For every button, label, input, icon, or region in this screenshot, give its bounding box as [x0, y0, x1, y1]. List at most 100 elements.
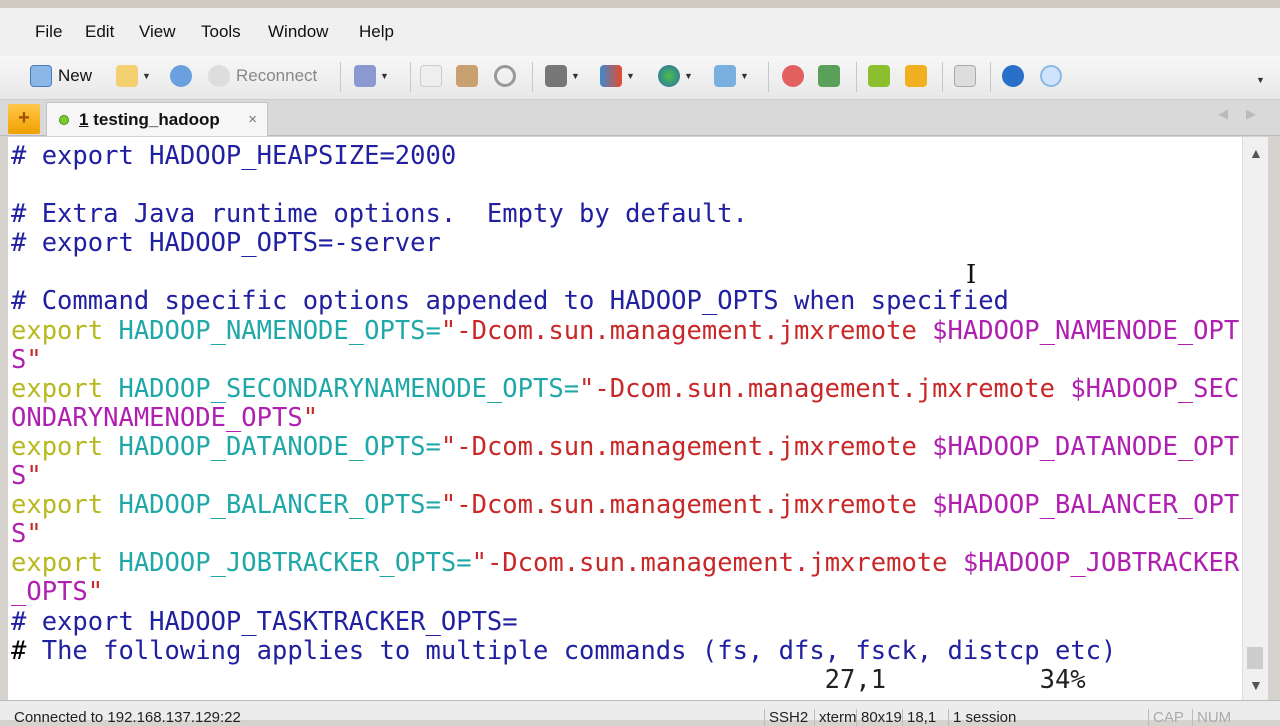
protocol-status: SSH2 [764, 709, 808, 726]
separator [856, 62, 857, 92]
printer-icon [545, 65, 567, 87]
folder-icon [116, 65, 138, 87]
search-icon [494, 65, 516, 87]
terminal-text-comment: # Command specific options appended to H… [11, 286, 1009, 317]
terminal-line: # Command specific options appended to H… [11, 287, 1239, 316]
lock-button[interactable] [905, 64, 927, 88]
help-button[interactable] [1002, 64, 1024, 88]
terminal-text-comment: # Extra Java runtime options. Empty by d… [11, 199, 748, 230]
terminal-text-comment: # export HADOOP_HEAPSIZE=2000 [11, 141, 457, 171]
terminal-text-var: HADOOP_NAMENODE_OPTS= [103, 315, 441, 346]
menu-view[interactable]: View [139, 22, 176, 42]
terminal-text-kw: export [11, 548, 104, 579]
tab-testing-hadoop[interactable]: 1 testing_hadoop × [46, 102, 268, 136]
script-icon [782, 65, 804, 87]
terminal-line: # The following applies to multiple comm… [11, 635, 1239, 666]
terminal-text-var: HADOOP_DATANODE_OPTS= [103, 431, 441, 462]
terminal-line: # export HADOOP_HEAPSIZE=2000 [11, 141, 1239, 171]
sftp-icon [818, 65, 840, 87]
chevron-down-icon: ▼ [740, 71, 749, 81]
terminal-line: ONDARYNAMENODE_OPTS" [11, 403, 1239, 433]
terminal-line: export HADOOP_BALANCER_OPTS="-Dcom.sun.m… [11, 491, 1239, 520]
paste-button[interactable] [456, 64, 478, 88]
new-button[interactable]: New [30, 64, 92, 88]
text-cursor-icon: I [966, 260, 977, 290]
terminal-text-ref: S [11, 461, 27, 492]
terminal-text-comment: # export HADOOP_OPTS=-server [11, 228, 441, 259]
chat-button[interactable] [1040, 64, 1062, 88]
help-icon [1002, 65, 1024, 87]
script-button[interactable] [782, 64, 804, 88]
terminal-line: 27,1 34% [11, 664, 1239, 695]
vertical-scrollbar[interactable]: ▲ ▼ [1242, 137, 1268, 700]
connect-button[interactable] [170, 64, 192, 88]
terminal-text-kw: export [11, 431, 104, 462]
terminal-size-status: 80x19 [856, 709, 902, 726]
num-lock-status: NUM [1192, 709, 1231, 726]
tile-button[interactable] [868, 64, 890, 88]
terminal-text-str: "-Dcom.sun.management.jmxremote [471, 548, 963, 579]
scrollbar-thumb[interactable] [1247, 647, 1263, 669]
toolbar-overflow[interactable]: ▼ [1252, 68, 1265, 92]
terminal-text-ref: S [11, 344, 27, 375]
copy-button[interactable] [420, 64, 442, 88]
tab-scroll-left-icon[interactable]: ◀ [1218, 106, 1228, 122]
terminal-text-comment: The following applies to multiple comman… [26, 635, 1117, 666]
terminal-text-ref: _OPTS [11, 577, 88, 608]
terminal-text-ref: $HADOOP_SEC [1070, 373, 1240, 404]
chevron-down-icon: ▼ [571, 71, 580, 81]
connected-status-icon [59, 114, 69, 125]
settings-button[interactable]: ▼ [354, 64, 389, 88]
menu-window[interactable]: Window [268, 22, 328, 42]
separator [768, 62, 769, 92]
cursor-position-status: 18,1 [902, 709, 936, 726]
terminal-text-comment: # export HADOOP_TASKTRACKER_OPTS= [11, 606, 518, 637]
scroll-down-icon[interactable]: ▼ [1249, 677, 1263, 693]
chevron-down-icon: ▼ [1256, 75, 1265, 85]
font-button[interactable]: ▼ [714, 64, 749, 88]
find-button[interactable] [494, 64, 516, 88]
caps-lock-status: CAP [1148, 709, 1184, 726]
copy-icon [420, 65, 442, 87]
terminal-text-ref: $HADOOP_NAMENODE_OPT [932, 315, 1240, 346]
menu-tools[interactable]: Tools [201, 22, 241, 42]
reconnect-icon [208, 65, 230, 87]
terminal-text-str: "-Dcom.sun.management.jmxremote [579, 373, 1071, 404]
chat-bubble-icon [1040, 65, 1062, 87]
status-bar: Connected to 192.168.137.129:22 SSH2 xte… [0, 700, 1280, 726]
terminal-text-kw: export [11, 315, 104, 346]
terminal-text-ref: S [11, 519, 27, 550]
keymap-button[interactable] [954, 64, 976, 88]
chevron-down-icon: ▼ [684, 71, 693, 81]
new-tab-button[interactable]: + [8, 104, 40, 134]
menu-file[interactable]: File [35, 22, 62, 42]
terminal-text-str: "-Dcom.sun.management.jmxremote [440, 315, 933, 346]
terminal-text-str: " [26, 461, 42, 492]
transfer-button[interactable]: ▼ [600, 64, 635, 88]
terminal-text-str: " [26, 519, 42, 550]
tile-icon [868, 65, 890, 87]
terminal-line: S" [11, 461, 1239, 492]
open-button[interactable]: ▼ [116, 64, 151, 88]
menu-edit[interactable]: Edit [85, 22, 114, 42]
close-tab-icon[interactable]: × [248, 111, 257, 128]
menu-help[interactable]: Help [359, 22, 394, 42]
separator [942, 62, 943, 92]
terminal-text-str: " [87, 577, 104, 608]
chevron-down-icon: ▼ [626, 71, 635, 81]
tab-scroll-right-icon[interactable]: ▶ [1246, 106, 1256, 122]
web-button[interactable]: ▼ [658, 64, 693, 88]
terminal-line: # export HADOOP_TASKTRACKER_OPTS= [11, 606, 1239, 637]
font-icon [714, 65, 736, 87]
terminal-line: export HADOOP_NAMENODE_OPTS="-Dcom.sun.m… [11, 315, 1240, 346]
print-button[interactable]: ▼ [545, 64, 580, 88]
scroll-up-icon[interactable]: ▲ [1249, 145, 1263, 161]
sftp-button[interactable] [818, 64, 840, 88]
reconnect-button[interactable]: Reconnect [208, 64, 317, 88]
terminal-text-plain: 27,1 34% [11, 664, 1086, 695]
transfer-icon [600, 65, 622, 87]
tab-number: 1 [79, 109, 89, 129]
terminal-line: S" [11, 344, 1239, 375]
terminal-type-status: xterm [814, 709, 857, 726]
